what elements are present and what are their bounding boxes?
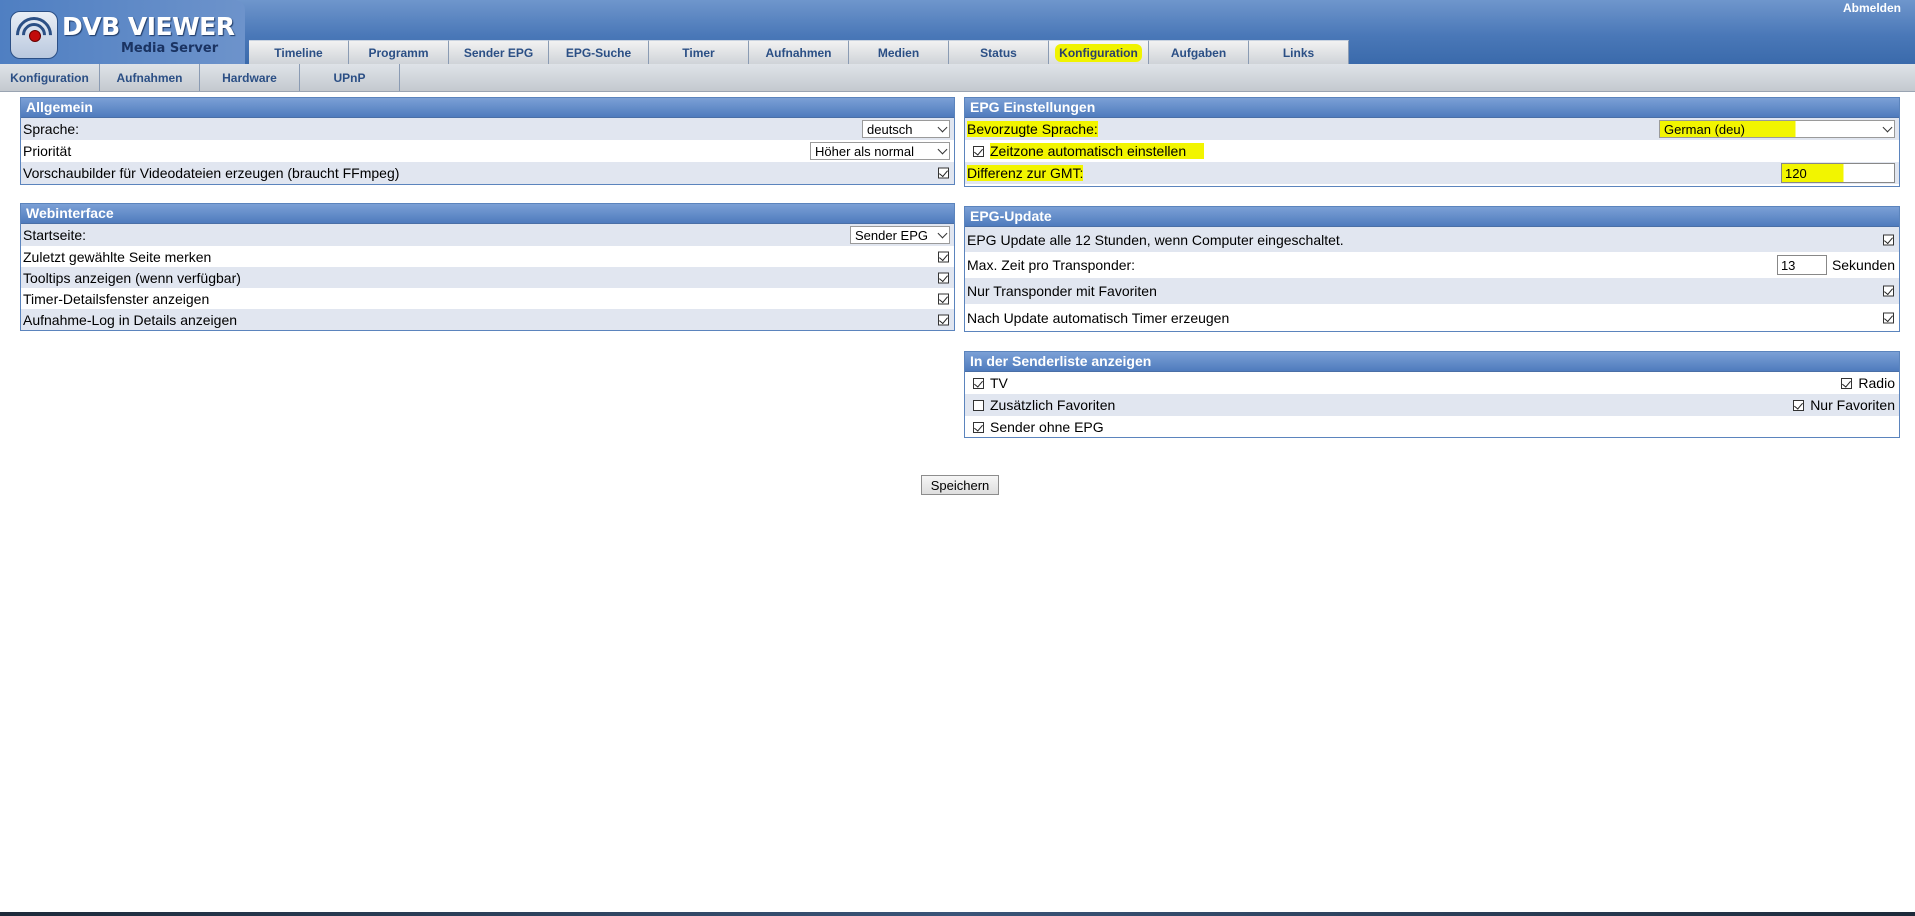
tab-timeline[interactable]: Timeline bbox=[249, 40, 349, 64]
setting-row-recording-log: Aufnahme-Log in Details anzeigen bbox=[21, 309, 954, 330]
setting-label: Tooltips anzeigen (wenn verfügbar) bbox=[23, 269, 241, 286]
no-epg-checkbox[interactable] bbox=[973, 421, 984, 433]
fav-only-checkbox[interactable] bbox=[1883, 285, 1894, 297]
setting-label: EPG Update alle 12 Stunden, wenn Compute… bbox=[967, 231, 1344, 248]
setting-row-update-interval: EPG Update alle 12 Stunden, wenn Compute… bbox=[965, 227, 1899, 252]
setting-label: Aufnahme-Log in Details anzeigen bbox=[23, 311, 238, 328]
timer-details-checkbox[interactable] bbox=[938, 293, 949, 304]
panel-webinterface: Webinterface Startseite: Sender EPG Zule… bbox=[20, 203, 955, 331]
subtab-aufnahmen[interactable]: Aufnahmen bbox=[100, 64, 200, 91]
setting-row-remember-page: Zuletzt gewählte Seite merken bbox=[21, 246, 954, 267]
language-label: Sprache: bbox=[23, 121, 80, 137]
tab-medien[interactable]: Medien bbox=[849, 40, 949, 64]
logout-link[interactable]: Abmelden bbox=[1843, 1, 1901, 15]
setting-label: Zuletzt gewählte Seite merken bbox=[23, 248, 212, 265]
logo[interactable]: DVB VIEWER Media Server bbox=[0, 0, 245, 64]
setting-row-timezone: Zeitzone automatisch einstellen bbox=[965, 140, 1899, 162]
setting-label: Nur Transponder mit Favoriten bbox=[967, 283, 1157, 299]
setting-row-gmt: Differenz zur GMT: 120 bbox=[965, 162, 1899, 184]
startpage-label: Startseite: bbox=[23, 227, 87, 243]
subtab-upnp[interactable]: UPnP bbox=[300, 64, 400, 91]
startpage-select[interactable]: Sender EPG bbox=[850, 226, 950, 244]
tab-timer[interactable]: Timer bbox=[649, 40, 749, 64]
panel-title: In der Senderliste anzeigen bbox=[965, 352, 1899, 372]
max-time-input[interactable]: 13 bbox=[1776, 255, 1827, 275]
radio-label: Radio bbox=[1858, 375, 1895, 391]
gmt-label: Differenz zur GMT: bbox=[967, 165, 1084, 181]
setting-row-fav-only: Nur Transponder mit Favoriten bbox=[965, 278, 1899, 304]
auto-timer-checkbox[interactable] bbox=[1883, 312, 1894, 323]
dvb-logo-icon bbox=[8, 9, 60, 61]
tab-programm[interactable]: Programm bbox=[349, 40, 449, 64]
panel-title: Webinterface bbox=[21, 204, 954, 224]
chevron-down-icon bbox=[937, 228, 948, 239]
language-select[interactable]: deutsch bbox=[862, 120, 950, 138]
setting-row-thumbnails: Vorschaubilder für Videodateien erzeugen… bbox=[21, 162, 954, 184]
chevron-down-icon bbox=[1882, 122, 1893, 133]
chevron-down-icon bbox=[937, 144, 948, 155]
thumbnails-label: Vorschaubilder für Videodateien erzeugen… bbox=[23, 165, 400, 181]
sub-nav: Konfiguration Aufnahmen Hardware UPnP bbox=[0, 64, 1915, 92]
app-header: DVB VIEWER Media Server Abmelden Timelin… bbox=[0, 0, 1915, 64]
tab-sender-epg[interactable]: Sender EPG bbox=[449, 40, 549, 64]
timezone-checkbox[interactable] bbox=[973, 145, 984, 157]
epg-language-label: Bevorzugte Sprache: bbox=[967, 121, 1098, 137]
setting-label: Nach Update automatisch Timer erzeugen bbox=[967, 309, 1230, 326]
save-button[interactable]: Speichern bbox=[921, 475, 999, 495]
setting-row-timer-details: Timer-Detailsfenster anzeigen bbox=[21, 288, 954, 309]
extra-favorites-checkbox[interactable] bbox=[973, 399, 984, 411]
setting-row-startpage: Startseite: Sender EPG bbox=[21, 224, 954, 246]
gmt-input[interactable]: 120 bbox=[1781, 163, 1895, 183]
panel-epg-settings: EPG Einstellungen Bevorzugte Sprache: Ge… bbox=[964, 97, 1900, 187]
panel-allgemein: Allgemein Sprache: deutsch Priorität Höh… bbox=[20, 97, 955, 185]
no-epg-label: Sender ohne EPG bbox=[990, 419, 1104, 435]
timezone-label: Zeitzone automatisch einstellen bbox=[990, 143, 1205, 159]
setting-label: Timer-Detailsfenster anzeigen bbox=[23, 290, 210, 307]
panel-channel-list: In der Senderliste anzeigen TV Radio Zus… bbox=[964, 351, 1900, 438]
setting-row-auto-timer: Nach Update automatisch Timer erzeugen bbox=[965, 304, 1899, 331]
setting-label: Max. Zeit pro Transponder: bbox=[967, 257, 1136, 273]
recording-log-checkbox[interactable] bbox=[938, 314, 949, 325]
setting-row-language: Sprache: deutsch bbox=[21, 118, 954, 140]
tab-epg-suche[interactable]: EPG-Suche bbox=[549, 40, 649, 64]
taskbar-strip bbox=[0, 912, 1915, 916]
setting-row-max-time: Max. Zeit pro Transponder: 13 Sekunden bbox=[965, 252, 1899, 278]
unit-label: Sekunden bbox=[1831, 257, 1895, 273]
setting-row-tv-radio: TV Radio bbox=[965, 372, 1899, 394]
update-interval-checkbox[interactable] bbox=[1883, 234, 1894, 245]
setting-row-favorites: Zusätzlich Favoriten Nur Favoriten bbox=[965, 394, 1899, 416]
tab-links[interactable]: Links bbox=[1249, 40, 1349, 64]
subtab-hardware[interactable]: Hardware bbox=[200, 64, 300, 91]
priority-label: Priorität bbox=[23, 143, 72, 159]
epg-language-select[interactable]: German (deu) bbox=[1659, 120, 1895, 138]
panel-epg-update: EPG-Update EPG Update alle 12 Stunden, w… bbox=[964, 206, 1900, 332]
setting-row-priority: Priorität Höher als normal bbox=[21, 140, 954, 162]
tab-konfiguration[interactable]: Konfiguration bbox=[1049, 40, 1149, 64]
tab-status[interactable]: Status bbox=[949, 40, 1049, 64]
tv-label: TV bbox=[990, 375, 1008, 391]
priority-select[interactable]: Höher als normal bbox=[810, 142, 950, 160]
panel-title: Allgemein bbox=[21, 98, 954, 118]
setting-row-no-epg: Sender ohne EPG bbox=[965, 416, 1899, 438]
thumbnails-checkbox[interactable] bbox=[938, 167, 949, 179]
logo-subtitle: Media Server bbox=[121, 41, 219, 56]
logo-title: DVB VIEWER bbox=[62, 12, 235, 41]
extra-favorites-label: Zusätzlich Favoriten bbox=[990, 397, 1116, 413]
remember-page-checkbox[interactable] bbox=[938, 251, 949, 262]
tv-checkbox[interactable] bbox=[973, 377, 984, 389]
subtab-konfiguration[interactable]: Konfiguration bbox=[0, 64, 100, 91]
chevron-down-icon bbox=[937, 122, 948, 133]
tab-aufgaben[interactable]: Aufgaben bbox=[1149, 40, 1249, 64]
only-favorites-label: Nur Favoriten bbox=[1810, 397, 1895, 413]
main-nav: Timeline Programm Sender EPG EPG-Suche T… bbox=[249, 40, 1349, 64]
radio-checkbox[interactable] bbox=[1841, 377, 1853, 389]
tooltips-checkbox[interactable] bbox=[938, 272, 949, 283]
panel-title: EPG-Update bbox=[965, 207, 1899, 227]
tab-aufnahmen[interactable]: Aufnahmen bbox=[749, 40, 849, 64]
only-favorites-checkbox[interactable] bbox=[1793, 399, 1805, 411]
setting-row-epg-language: Bevorzugte Sprache: German (deu) bbox=[965, 118, 1899, 140]
panel-title: EPG Einstellungen bbox=[965, 98, 1899, 118]
setting-row-tooltips: Tooltips anzeigen (wenn verfügbar) bbox=[21, 267, 954, 288]
